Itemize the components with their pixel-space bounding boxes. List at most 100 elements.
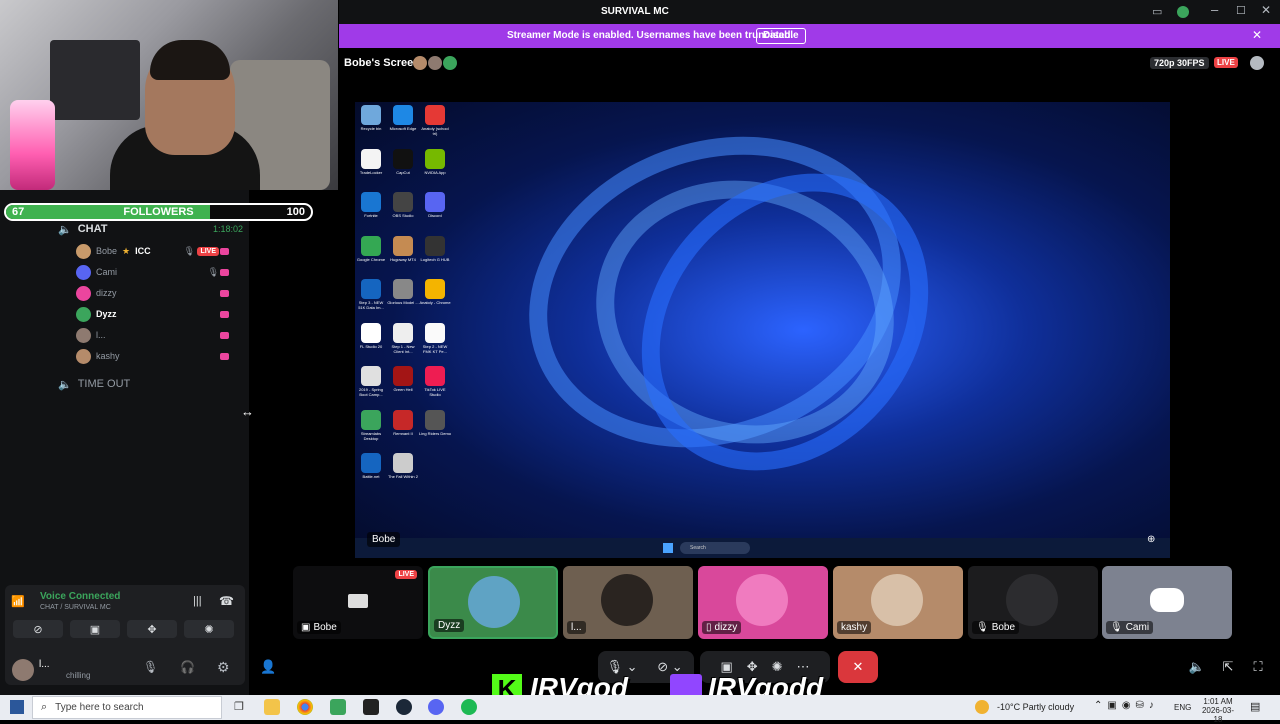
gear-icon: ⚙ bbox=[217, 659, 230, 675]
chrome-icon[interactable] bbox=[297, 699, 313, 715]
channel-chat[interactable]: 🔈 CHAT 1:18:02 bbox=[58, 219, 243, 239]
app-icon bbox=[425, 366, 445, 386]
notifications-icon[interactable]: ▤ bbox=[1250, 700, 1260, 713]
mic-button[interactable]: 🎙 bbox=[143, 660, 158, 674]
desktop-icon[interactable]: NVIDIA App bbox=[419, 148, 451, 180]
voice-user[interactable]: kashy bbox=[76, 346, 241, 366]
help-icon[interactable] bbox=[1177, 6, 1189, 18]
desktop-icon[interactable]: Microsoft Edge bbox=[387, 105, 419, 136]
desktop-icon[interactable]: Anatoly (school tri) bbox=[419, 105, 451, 136]
popout-button[interactable]: ⇱ bbox=[1219, 651, 1237, 683]
voice-user[interactable]: Bobe ★ ICC 🎙 LIVE bbox=[76, 241, 241, 261]
app-icon bbox=[361, 279, 381, 299]
add-friend-button[interactable]: 👤 bbox=[260, 659, 276, 675]
soundboard-button[interactable]: ✺ bbox=[184, 620, 234, 638]
close-icon[interactable]: ✕ bbox=[1261, 3, 1271, 17]
desktop-icon[interactable]: Green Hell bbox=[387, 366, 419, 397]
steam-icon[interactable] bbox=[396, 699, 412, 715]
webcam-shelf bbox=[50, 40, 140, 120]
disconnect-icon[interactable]: ☎ bbox=[219, 594, 234, 608]
app-icon bbox=[393, 148, 413, 169]
fullscreen-button[interactable]: ⛶ bbox=[1249, 651, 1267, 683]
disconnect-button[interactable]: ✕ bbox=[838, 651, 878, 683]
camera-off-icon: ⊘ bbox=[33, 623, 43, 636]
desktop-icon[interactable]: Step 1 - New Client Int... bbox=[387, 322, 419, 354]
inbox-icon[interactable]: ▭ bbox=[1152, 5, 1162, 18]
desktop-icon[interactable]: Google Chrome bbox=[355, 235, 387, 267]
voice-user[interactable]: dizzy bbox=[76, 283, 241, 303]
settings-button[interactable]: ⚙ bbox=[217, 659, 230, 676]
discord-icon[interactable] bbox=[428, 699, 444, 715]
maximize-icon[interactable]: ☐ bbox=[1236, 4, 1246, 17]
voice-user[interactable]: Dyzz bbox=[76, 304, 241, 324]
screen-share-button[interactable]: ▣ bbox=[70, 620, 120, 638]
desktop-icon[interactable]: OBS Studio bbox=[387, 192, 419, 223]
minimize-icon[interactable]: – bbox=[1211, 2, 1218, 17]
voice-user[interactable]: l... bbox=[76, 325, 241, 345]
spotify-icon[interactable] bbox=[461, 699, 477, 715]
desktop-icon[interactable]: Anatoly - Chrome bbox=[419, 279, 451, 310]
desktop-icon[interactable]: CapCut bbox=[387, 148, 419, 180]
volume-button[interactable]: 🔈 bbox=[1188, 651, 1206, 683]
desktop-icon[interactable]: The Fall Within 2 bbox=[387, 453, 419, 484]
desktop-icon[interactable]: TikTok LIVE Studio bbox=[419, 366, 451, 397]
app-icon bbox=[425, 409, 445, 430]
avatar bbox=[443, 56, 457, 70]
disable-button[interactable]: Disable bbox=[756, 28, 806, 44]
participant-tile[interactable]: l... bbox=[563, 566, 693, 639]
desktop-icon[interactable]: Step 2 - NEW FMK KT Pe... bbox=[419, 322, 451, 354]
desktop-icon[interactable]: Hugoway MT4 bbox=[387, 235, 419, 267]
desktop-icon-label: Hugoway MT4 bbox=[390, 256, 416, 262]
quality-badge: 720p 30FPS bbox=[1150, 57, 1209, 69]
desktop-icon[interactable]: Fortnite bbox=[355, 192, 387, 223]
desktop-icon[interactable]: Recycle bin bbox=[355, 105, 387, 136]
headset-button[interactable]: 🎧 bbox=[180, 660, 195, 674]
participant-tile[interactable]: LIVE ▣ Bobe bbox=[293, 566, 423, 639]
stream-icon bbox=[220, 247, 229, 255]
user-name: kashy bbox=[96, 351, 120, 361]
system-tray-icons[interactable]: ⌃▣◉⛁♪ bbox=[1094, 700, 1159, 711]
desktop-icon[interactable]: Logitech G HUB bbox=[419, 235, 451, 267]
shared-screen[interactable]: Recycle bin Microsoft Edge Anatoly (school… bbox=[355, 102, 1170, 558]
user-avatar[interactable] bbox=[12, 659, 34, 681]
camera-off-button[interactable]: ⊘ bbox=[13, 620, 63, 638]
streamlabs-icon[interactable] bbox=[330, 699, 346, 715]
participant-tile[interactable]: kashy bbox=[833, 566, 963, 639]
desktop-icon[interactable]: Discord bbox=[419, 192, 451, 223]
file-explorer-icon[interactable] bbox=[264, 699, 280, 715]
noise-suppression-icon[interactable]: ||| bbox=[193, 595, 202, 607]
desktop-icon[interactable]: Glorious Model ... bbox=[387, 279, 419, 310]
language-indicator[interactable]: ENG bbox=[1174, 703, 1191, 712]
channel-timeout[interactable]: 🔈 TIME OUT bbox=[58, 374, 130, 394]
participant-tile[interactable]: 🎙 Cami bbox=[1102, 566, 1232, 639]
desktop-icon-label: Ling Riders Demo bbox=[419, 430, 451, 436]
voice-connection-panel: 📶 Voice Connected CHAT / SURVIVAL MC |||… bbox=[5, 585, 245, 685]
search-placeholder: Type here to search bbox=[55, 702, 144, 713]
stream-icon bbox=[220, 289, 229, 297]
participant-tile[interactable]: ▯ dizzy bbox=[698, 566, 828, 639]
desktop-icon[interactable]: Streamlabs Desktop bbox=[355, 409, 387, 441]
desktop-icon[interactable]: Battle.net bbox=[355, 453, 387, 484]
voice-location[interactable]: CHAT / SURVIVAL MC bbox=[40, 604, 111, 611]
participant-tile[interactable]: Dyzz bbox=[428, 566, 558, 639]
desktop-icon[interactable]: 2019 - Spring Boot Camp... bbox=[355, 366, 387, 397]
desktop-icon[interactable]: Step 3 - NEW 51K Data Im... bbox=[355, 279, 387, 310]
close-banner-icon[interactable]: ✕ bbox=[1252, 28, 1262, 42]
desktop-icon[interactable]: FL Studio 20 bbox=[355, 322, 387, 354]
zoom-icon[interactable]: ⊕ bbox=[1147, 534, 1155, 545]
voice-user[interactable]: Cami 🎙 bbox=[76, 262, 241, 282]
task-view-icon[interactable]: ❐ bbox=[234, 700, 244, 713]
chat-bubble-icon[interactable] bbox=[1250, 56, 1264, 70]
activities-button[interactable]: ✥ bbox=[127, 620, 177, 638]
weather-text[interactable]: -10°C Partly cloudy bbox=[997, 702, 1074, 712]
taskbar-search-box[interactable]: ⌕ Type here to search bbox=[32, 696, 222, 719]
participant-tile[interactable]: 🎙 Bobe bbox=[968, 566, 1098, 639]
tile-label: Dyzz bbox=[434, 619, 465, 632]
desktop-icon[interactable]: Ling Riders Demo bbox=[419, 409, 451, 441]
windows-start-button[interactable] bbox=[10, 700, 24, 714]
mic-icon: 🎙 bbox=[143, 660, 159, 674]
desktop-icon-label: Google Chrome bbox=[356, 256, 386, 262]
desktop-icon[interactable]: TradeLocker bbox=[355, 148, 387, 180]
desktop-icon[interactable]: Remnant II bbox=[387, 409, 419, 441]
epic-games-icon[interactable] bbox=[363, 699, 379, 715]
